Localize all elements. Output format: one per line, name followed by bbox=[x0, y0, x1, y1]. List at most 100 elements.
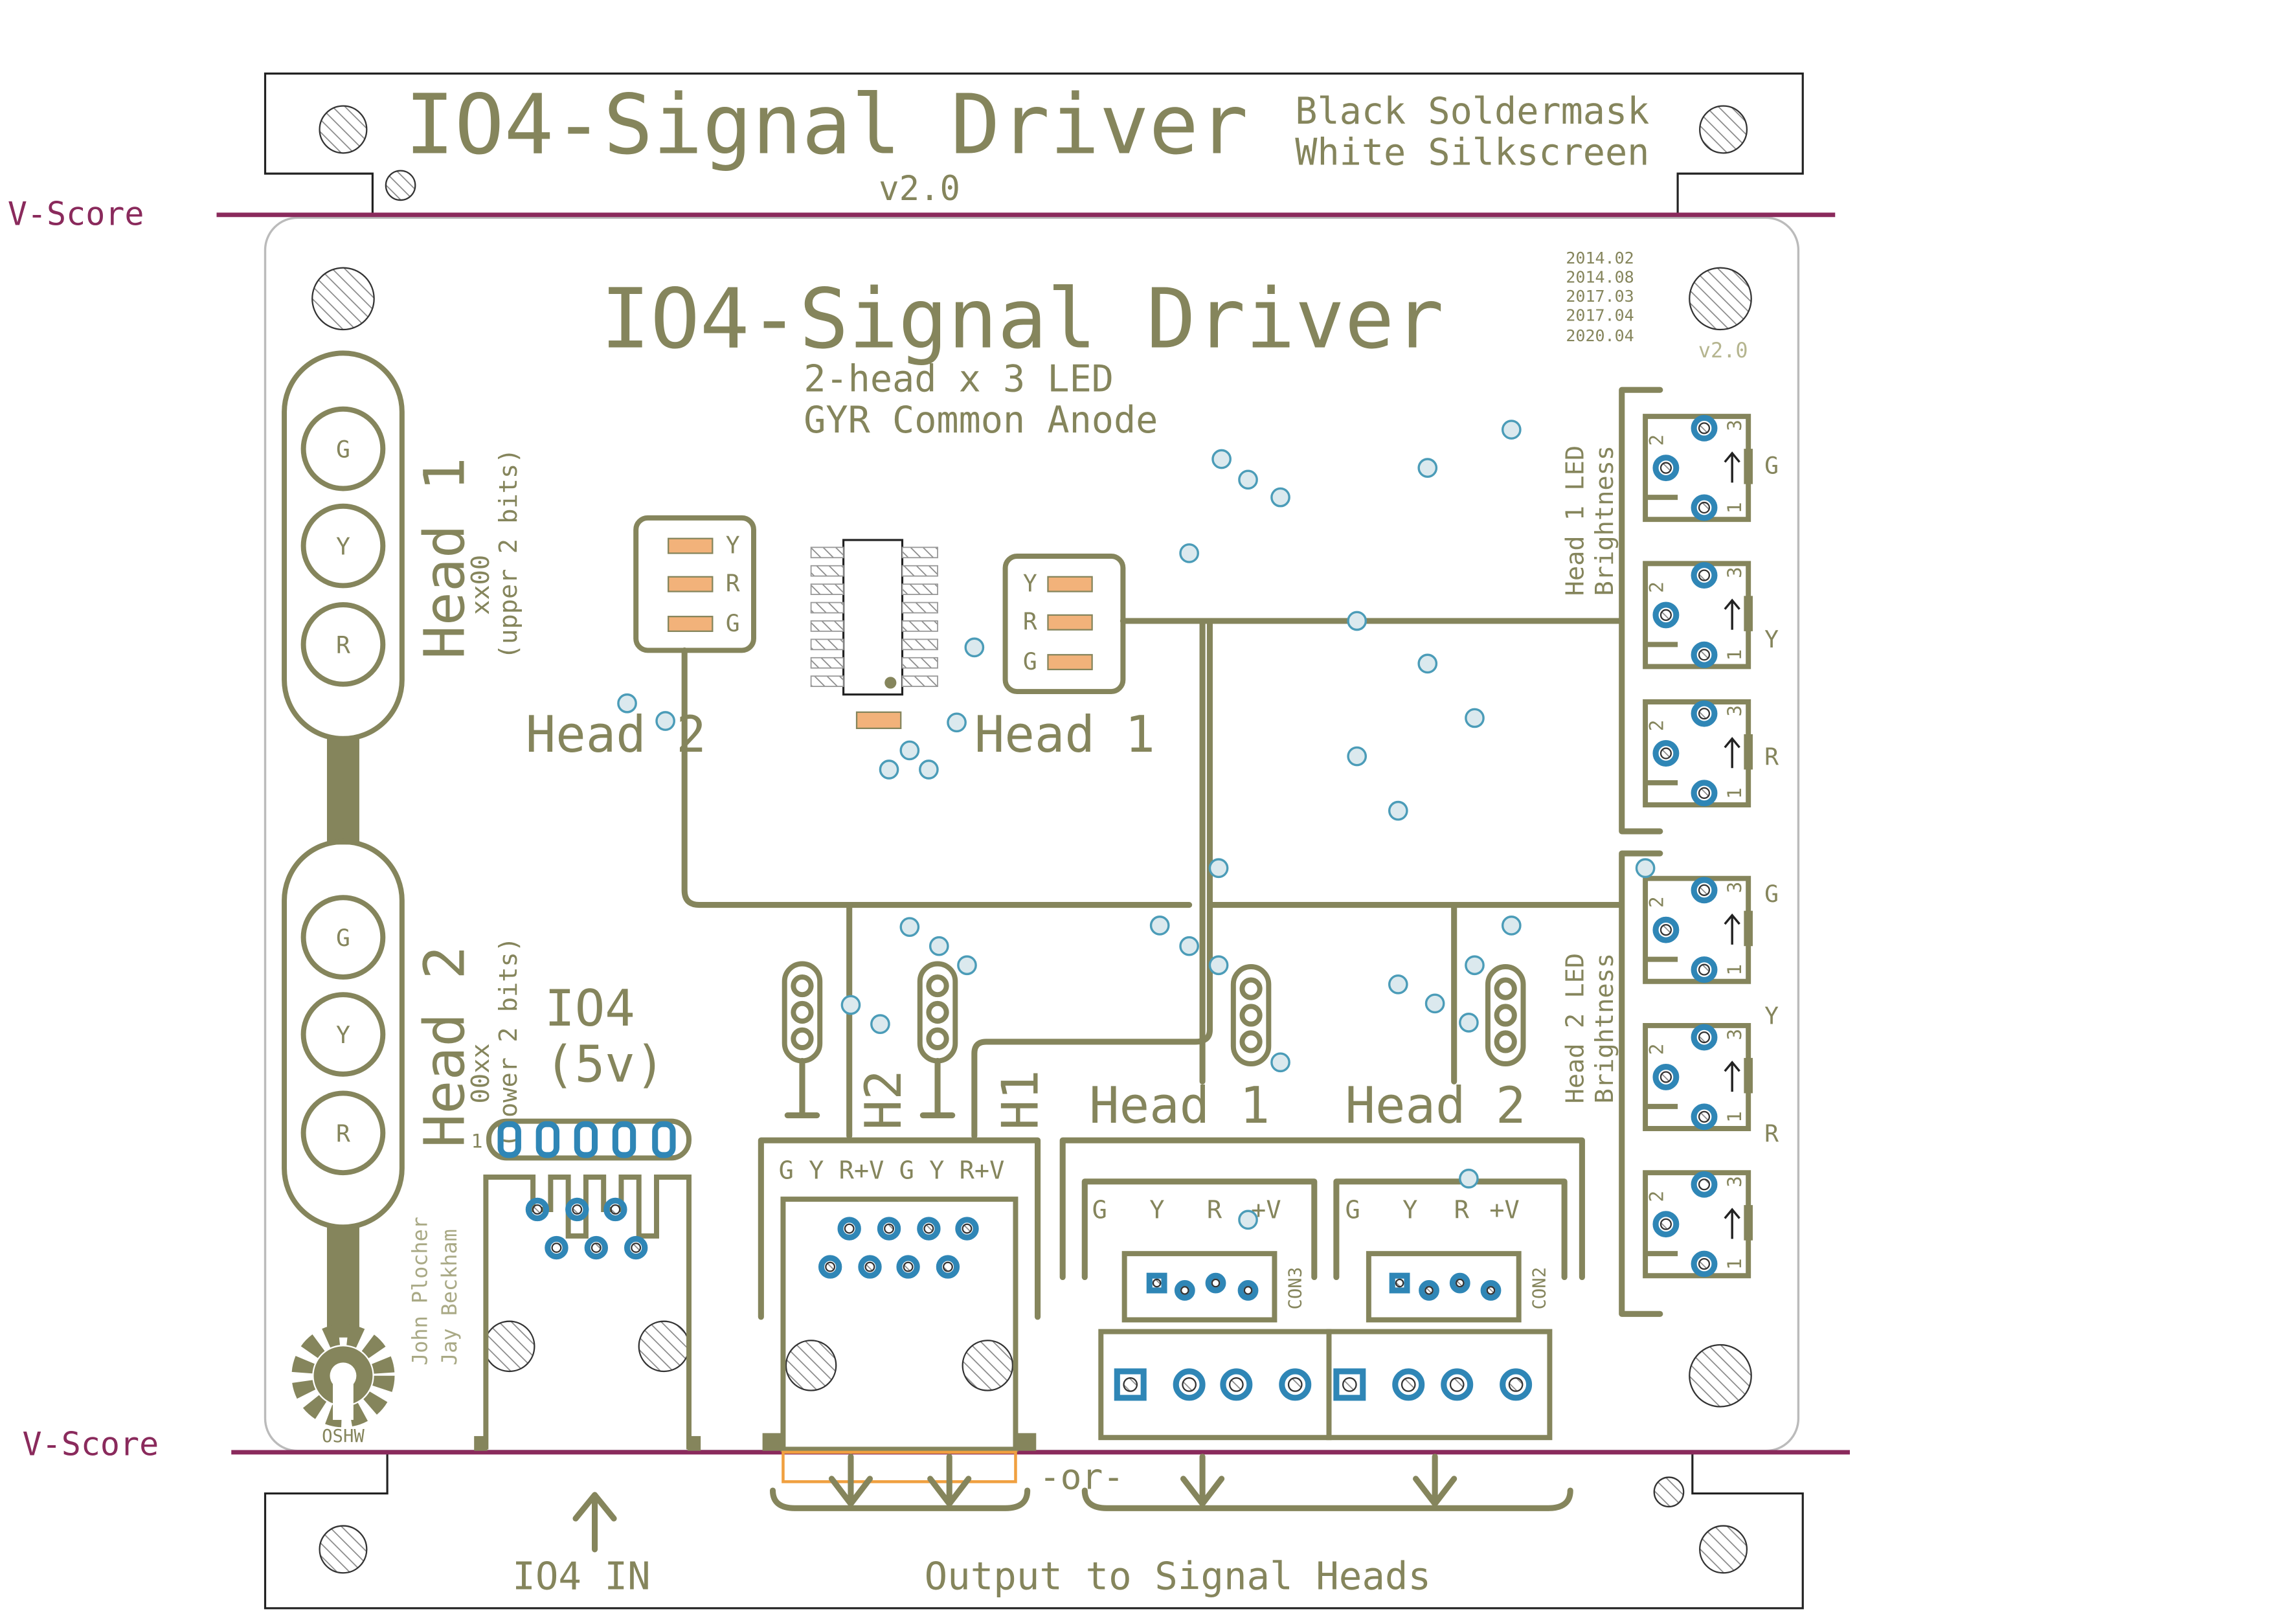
svg-text:2017.04: 2017.04 bbox=[1566, 306, 1634, 324]
brightness2-bracket bbox=[1619, 850, 1663, 1317]
brightness-color-labels: G Y R G Y R bbox=[1764, 452, 1779, 1148]
drill-hole bbox=[1698, 1178, 1711, 1191]
ic-pin bbox=[810, 675, 844, 688]
svg-text:R: R bbox=[336, 631, 350, 659]
pot-pin-number: 1 bbox=[1724, 787, 1746, 799]
via bbox=[1208, 955, 1229, 976]
traffic-light-lamp bbox=[1239, 1030, 1263, 1053]
rj45-tab bbox=[687, 1435, 701, 1451]
io4-voltage-label: (5v) bbox=[545, 1035, 665, 1094]
traffic-light-lamp bbox=[791, 1000, 814, 1024]
board-version: v2.0 bbox=[1698, 338, 1748, 363]
drill-hole bbox=[1698, 787, 1711, 799]
brightness2-label: Head 2 LED Brightness bbox=[1561, 953, 1619, 1104]
svg-text:R: R bbox=[1023, 608, 1037, 636]
head1-bits-label: Head 1 xx00 (upper 2 bits) bbox=[412, 449, 523, 660]
traffic-light-lamp bbox=[791, 974, 814, 998]
traffic-light-mast bbox=[784, 1057, 820, 1119]
svg-text:Y: Y bbox=[1764, 625, 1779, 653]
ic-pin bbox=[810, 638, 844, 651]
pot-tab bbox=[1744, 596, 1753, 631]
pin1-marker: 1 bbox=[471, 1131, 483, 1153]
via bbox=[899, 917, 920, 938]
panel-version: v2.0 bbox=[879, 169, 960, 208]
drill-hole bbox=[1698, 1110, 1711, 1123]
h1-label: H1 bbox=[992, 1070, 1050, 1130]
svg-text:R: R bbox=[1454, 1196, 1470, 1225]
ic-pin bbox=[901, 583, 938, 595]
ic-pin bbox=[901, 546, 938, 559]
drill-hole bbox=[1660, 1218, 1672, 1230]
con3-label: CON3 bbox=[1285, 1267, 1305, 1310]
head2-signal: G Y R bbox=[282, 838, 405, 1230]
via bbox=[1211, 449, 1232, 469]
svg-text:G: G bbox=[1345, 1196, 1360, 1225]
ic-pin bbox=[810, 602, 844, 614]
svg-text:2017.03: 2017.03 bbox=[1566, 287, 1634, 306]
drill-hole bbox=[1698, 884, 1711, 896]
svg-text:G: G bbox=[1764, 452, 1779, 480]
output-rj45-pins bbox=[818, 1217, 979, 1279]
svg-text:R: R bbox=[726, 570, 740, 598]
header-pad bbox=[612, 1121, 636, 1158]
via bbox=[840, 995, 861, 1015]
pot-pin-number: 3 bbox=[1724, 567, 1746, 578]
ic-pin bbox=[901, 657, 938, 669]
svg-text:G: G bbox=[336, 436, 350, 464]
drill-hole bbox=[1395, 1278, 1404, 1288]
output-label: Output to Signal Heads bbox=[925, 1553, 1432, 1598]
pot-pin-number: 2 bbox=[1645, 1044, 1667, 1055]
traffic-light-lamp bbox=[1494, 977, 1517, 1000]
svg-text:G: G bbox=[1023, 647, 1037, 675]
svg-text:Jay Beckham: Jay Beckham bbox=[437, 1229, 462, 1366]
svg-text:2020.04: 2020.04 bbox=[1566, 326, 1634, 345]
signal-mast bbox=[326, 738, 359, 845]
svg-text:Y: Y bbox=[1764, 1002, 1779, 1030]
drill-hole bbox=[1152, 1278, 1162, 1288]
via bbox=[1388, 800, 1408, 821]
via bbox=[1501, 420, 1522, 440]
pot-arrow-icon bbox=[1724, 1208, 1740, 1239]
board-subtitle-2: GYR Common Anode bbox=[804, 399, 1158, 442]
drill-hole bbox=[631, 1243, 642, 1254]
via bbox=[870, 1014, 890, 1034]
pot-pin-number: 3 bbox=[1724, 1176, 1746, 1187]
pot-tab bbox=[1744, 1205, 1753, 1241]
drill-hole bbox=[1243, 1286, 1253, 1295]
pot-pin-number: 1 bbox=[1724, 1258, 1746, 1270]
drill-hole bbox=[610, 1204, 621, 1215]
via bbox=[1179, 936, 1199, 956]
vscore-label-bottom: V-Score bbox=[23, 1425, 159, 1463]
via bbox=[1347, 611, 1367, 631]
via bbox=[1465, 708, 1485, 728]
svg-text:Brightness: Brightness bbox=[1590, 445, 1619, 596]
pot-arrow-icon bbox=[1724, 737, 1740, 769]
via bbox=[964, 637, 985, 658]
drill-hole bbox=[572, 1204, 583, 1215]
rj45-tab bbox=[474, 1435, 488, 1451]
drill-hole bbox=[1342, 1377, 1357, 1392]
rj45-tab bbox=[762, 1433, 783, 1451]
via bbox=[1459, 1013, 1479, 1033]
drill-hole bbox=[1698, 1257, 1711, 1270]
revision-dates: 2014.022014.08 2017.032017.04 2020.04 bbox=[1566, 249, 1634, 345]
traffic-light-lamp bbox=[926, 974, 949, 998]
svg-text:R: R bbox=[336, 1119, 350, 1147]
pot-pin-number: 3 bbox=[1724, 420, 1746, 431]
head2-leds: Y R G bbox=[668, 531, 740, 637]
svg-text:Head 1 LED: Head 1 LED bbox=[1561, 445, 1590, 596]
drill-hole bbox=[1698, 569, 1711, 581]
via bbox=[1270, 487, 1290, 508]
drill-hole bbox=[1455, 1278, 1465, 1288]
svg-text:(upper 2 bits): (upper 2 bits) bbox=[494, 449, 523, 660]
header-pad bbox=[574, 1121, 598, 1158]
drill-hole bbox=[1698, 649, 1711, 661]
svg-text:John Plocher: John Plocher bbox=[407, 1217, 432, 1366]
drill-hole bbox=[903, 1261, 914, 1272]
head1-leds: Y R G bbox=[1023, 570, 1093, 675]
drill-hole bbox=[1660, 924, 1672, 936]
drill-hole bbox=[825, 1261, 836, 1272]
drill-hole bbox=[1660, 1071, 1672, 1083]
svg-text:Y: Y bbox=[336, 533, 350, 561]
ic-pin bbox=[810, 620, 844, 632]
